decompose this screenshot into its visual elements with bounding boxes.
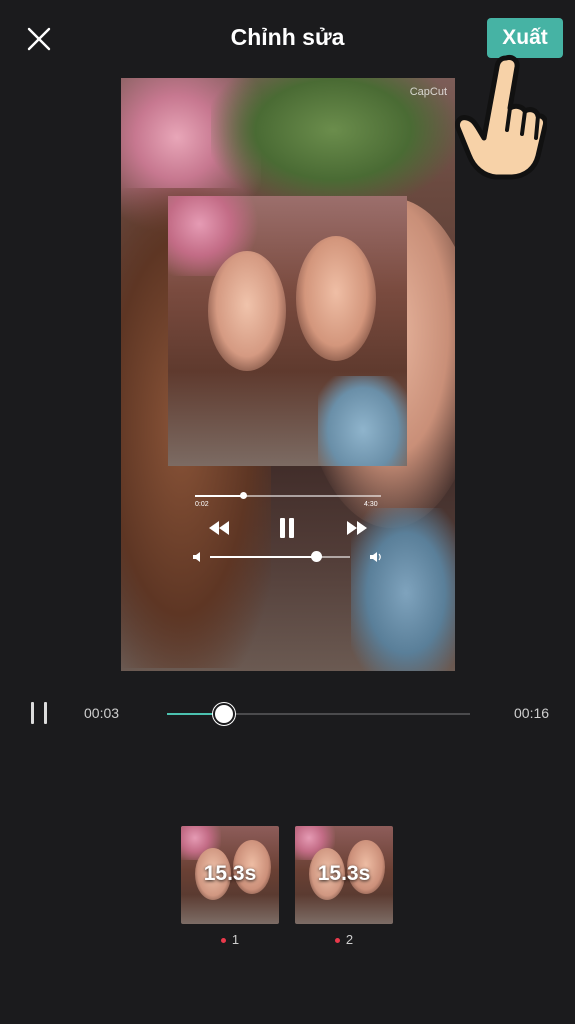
clip-label-1: 1 bbox=[181, 932, 279, 947]
clip-duration: 15.3s bbox=[317, 862, 371, 885]
media-total-time: 4:30 bbox=[364, 501, 378, 508]
hand-pointer-icon bbox=[455, 55, 547, 180]
inset-photo bbox=[168, 196, 407, 466]
playback-track[interactable] bbox=[167, 703, 470, 725]
clip-dot-icon bbox=[334, 938, 340, 944]
volume-low-icon bbox=[193, 552, 200, 562]
total-time: 00:16 bbox=[514, 705, 550, 721]
clip-number: 1 bbox=[231, 932, 240, 947]
video-preview[interactable]: CapCut 0:02 4:30 bbox=[121, 78, 455, 671]
volume-track[interactable] bbox=[210, 551, 350, 562]
current-time: 00:03 bbox=[84, 705, 120, 721]
inset-face-right bbox=[296, 236, 376, 361]
clip-list: 15.3s 1 15.3s 2 bbox=[0, 826, 575, 956]
fast-forward-icon[interactable] bbox=[347, 521, 367, 535]
inset-shirt bbox=[318, 376, 407, 466]
clip-thumbnail-2[interactable]: 15.3s bbox=[295, 826, 393, 924]
playback-bar: 00:03 00:16 bbox=[0, 690, 575, 736]
media-pause-icon[interactable] bbox=[278, 518, 296, 538]
media-progress-fill bbox=[195, 495, 244, 497]
volume-fill bbox=[210, 556, 317, 558]
volume-high-icon bbox=[370, 552, 381, 562]
clip-number: 2 bbox=[345, 932, 354, 947]
clip-duration: 15.3s bbox=[203, 862, 257, 885]
clip-thumbnail-1[interactable]: 15.3s bbox=[181, 826, 279, 924]
clip-dot-icon bbox=[220, 938, 226, 944]
inset-face-left bbox=[208, 251, 286, 371]
media-current-time: 0:02 bbox=[195, 501, 209, 508]
rewind-icon[interactable] bbox=[209, 521, 229, 535]
clip-label-2: 2 bbox=[295, 932, 393, 947]
playback-knob[interactable] bbox=[212, 703, 235, 725]
media-progress-track[interactable] bbox=[195, 492, 381, 499]
pause-icon[interactable] bbox=[28, 702, 50, 724]
watermark: CapCut bbox=[409, 86, 447, 98]
volume-knob[interactable] bbox=[311, 551, 323, 562]
